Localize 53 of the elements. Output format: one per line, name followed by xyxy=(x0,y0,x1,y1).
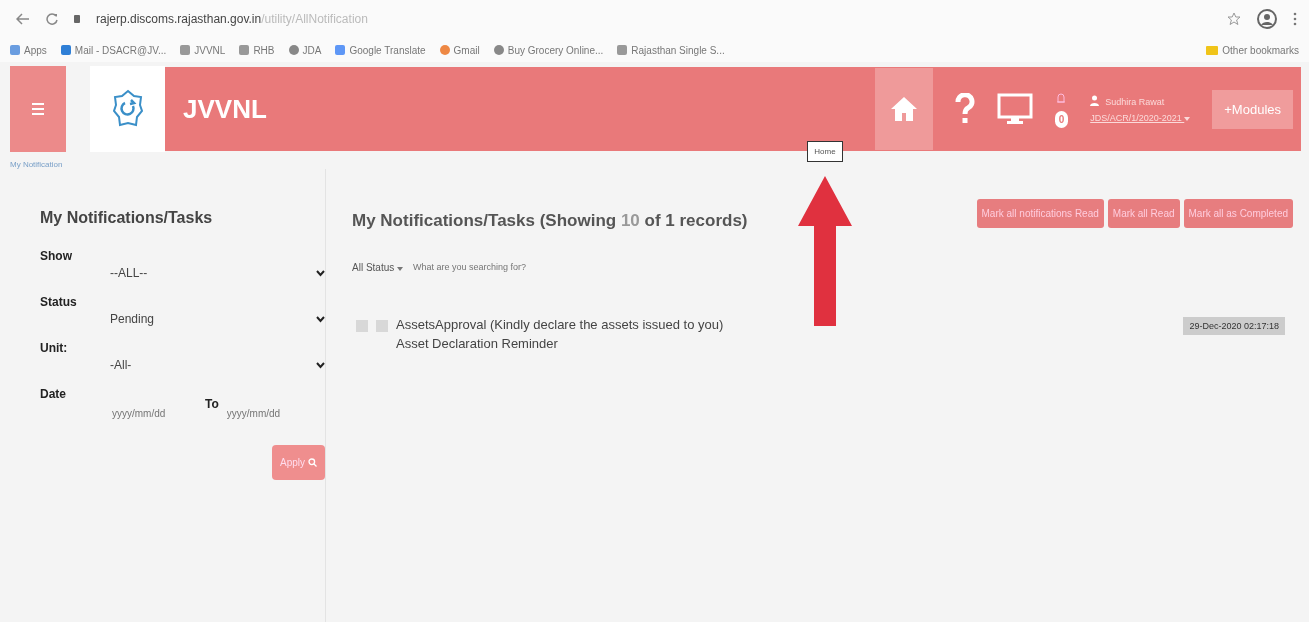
list-title: My Notifications/Tasks (Showing 10 of 1 records) xyxy=(352,210,748,231)
notification-title[interactable]: AssetsApproval (Kindly declare the assets issued to you) xyxy=(396,317,724,332)
select-field[interactable]: --ALL-- xyxy=(110,252,325,280)
status-dropdown[interactable]: All Status xyxy=(352,261,404,273)
user-icon xyxy=(1090,95,1100,108)
field-label: Show xyxy=(40,248,73,263)
home-icon[interactable] xyxy=(874,68,933,150)
bookmark-link[interactable]: Apps xyxy=(10,44,47,56)
arrow-icon xyxy=(798,176,852,326)
field-label: To xyxy=(205,397,219,411)
chevron-down-icon xyxy=(316,269,325,277)
field-label: Status xyxy=(40,294,78,309)
bookmark-link[interactable]: JVVNL xyxy=(180,44,226,56)
chevron-down-icon xyxy=(316,361,325,369)
user-name: Sudhira Rawat xyxy=(1105,96,1165,107)
bookmark-link[interactable]: Gmail xyxy=(439,44,480,56)
menu-icon[interactable] xyxy=(1293,12,1297,26)
logo-caption: My Notification xyxy=(10,160,63,169)
square-icon xyxy=(376,320,388,332)
filter-title: My Notifications/Tasks xyxy=(40,209,214,227)
date-badge: 29-Dec-2020 02:17:18 xyxy=(1183,317,1285,335)
select-field[interactable]: -All- xyxy=(110,344,325,372)
caret-icon xyxy=(397,266,404,271)
tooltip: Home xyxy=(807,141,843,162)
lock-icon xyxy=(74,15,80,23)
reload-icon[interactable] xyxy=(46,13,58,25)
notification-count-badge: 0 xyxy=(1054,110,1069,128)
bookmark-link[interactable]: JDA xyxy=(288,44,322,56)
date-field[interactable]: yyyy/mm/dd xyxy=(110,406,199,420)
bookmark-link[interactable]: Other bookmarks xyxy=(1206,44,1299,56)
search-field[interactable]: What are you searching for? xyxy=(411,261,616,273)
search-icon xyxy=(308,458,317,467)
bookmark-link[interactable]: Mail - DSACR@JV... xyxy=(60,44,167,56)
profile-icon[interactable] xyxy=(1257,9,1277,29)
caret-icon xyxy=(1184,117,1191,121)
notification-subtitle: Asset Declaration Reminder xyxy=(396,336,559,351)
monitor-icon[interactable] xyxy=(996,93,1033,125)
help-icon[interactable] xyxy=(954,93,975,125)
bookmark-link[interactable]: Buy Grocery Online... xyxy=(493,44,604,56)
brand-title: JVVNL xyxy=(183,93,267,125)
date-field[interactable]: yyyy/mm/dd xyxy=(224,406,314,420)
star-icon[interactable] xyxy=(1227,12,1241,26)
menu-icon xyxy=(32,102,44,116)
chevron-down-icon xyxy=(316,315,325,323)
field-label: Unit: xyxy=(40,340,69,355)
logo-icon xyxy=(90,66,165,152)
bookmark-link[interactable]: Rajasthan Single S... xyxy=(617,44,725,56)
bookmark-link[interactable]: Google Translate xyxy=(335,44,426,56)
square-icon xyxy=(356,320,368,332)
field-label: Date xyxy=(40,386,67,401)
bookmark-link[interactable]: RHB xyxy=(239,44,275,56)
back-icon[interactable] xyxy=(16,13,30,25)
select-field[interactable]: Pending xyxy=(110,298,325,326)
